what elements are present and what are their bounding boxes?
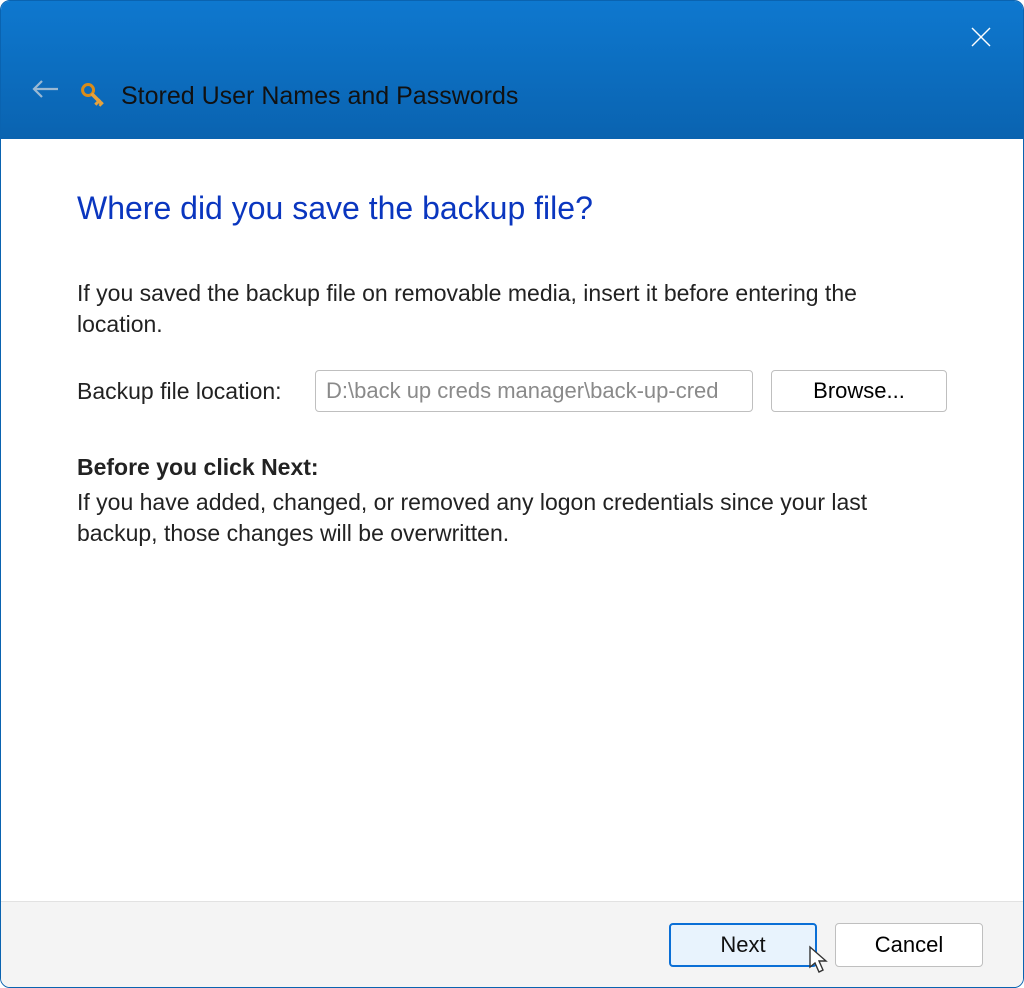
browse-button[interactable]: Browse... [771, 370, 947, 412]
page-heading: Where did you save the backup file? [77, 187, 947, 230]
wizard-window: Stored User Names and Passwords Where di… [0, 0, 1024, 988]
content-area: Where did you save the backup file? If y… [1, 139, 1023, 901]
close-button[interactable] [961, 17, 1001, 57]
before-next-heading: Before you click Next: [77, 452, 947, 483]
intro-text: If you saved the backup file on removabl… [77, 278, 947, 340]
close-icon [970, 26, 992, 48]
key-icon [77, 79, 109, 111]
cancel-button[interactable]: Cancel [835, 923, 983, 967]
back-button[interactable] [23, 67, 67, 111]
window-title: Stored User Names and Passwords [121, 82, 518, 111]
back-arrow-icon [30, 77, 60, 101]
next-button[interactable]: Next [669, 923, 817, 967]
warning-text: If you have added, changed, or removed a… [77, 487, 947, 549]
backup-location-input[interactable] [315, 370, 753, 412]
location-row: Backup file location: Browse... [77, 370, 947, 412]
footer: Next Cancel [1, 901, 1023, 987]
location-label: Backup file location: [77, 376, 297, 407]
titlebar: Stored User Names and Passwords [1, 1, 1023, 139]
